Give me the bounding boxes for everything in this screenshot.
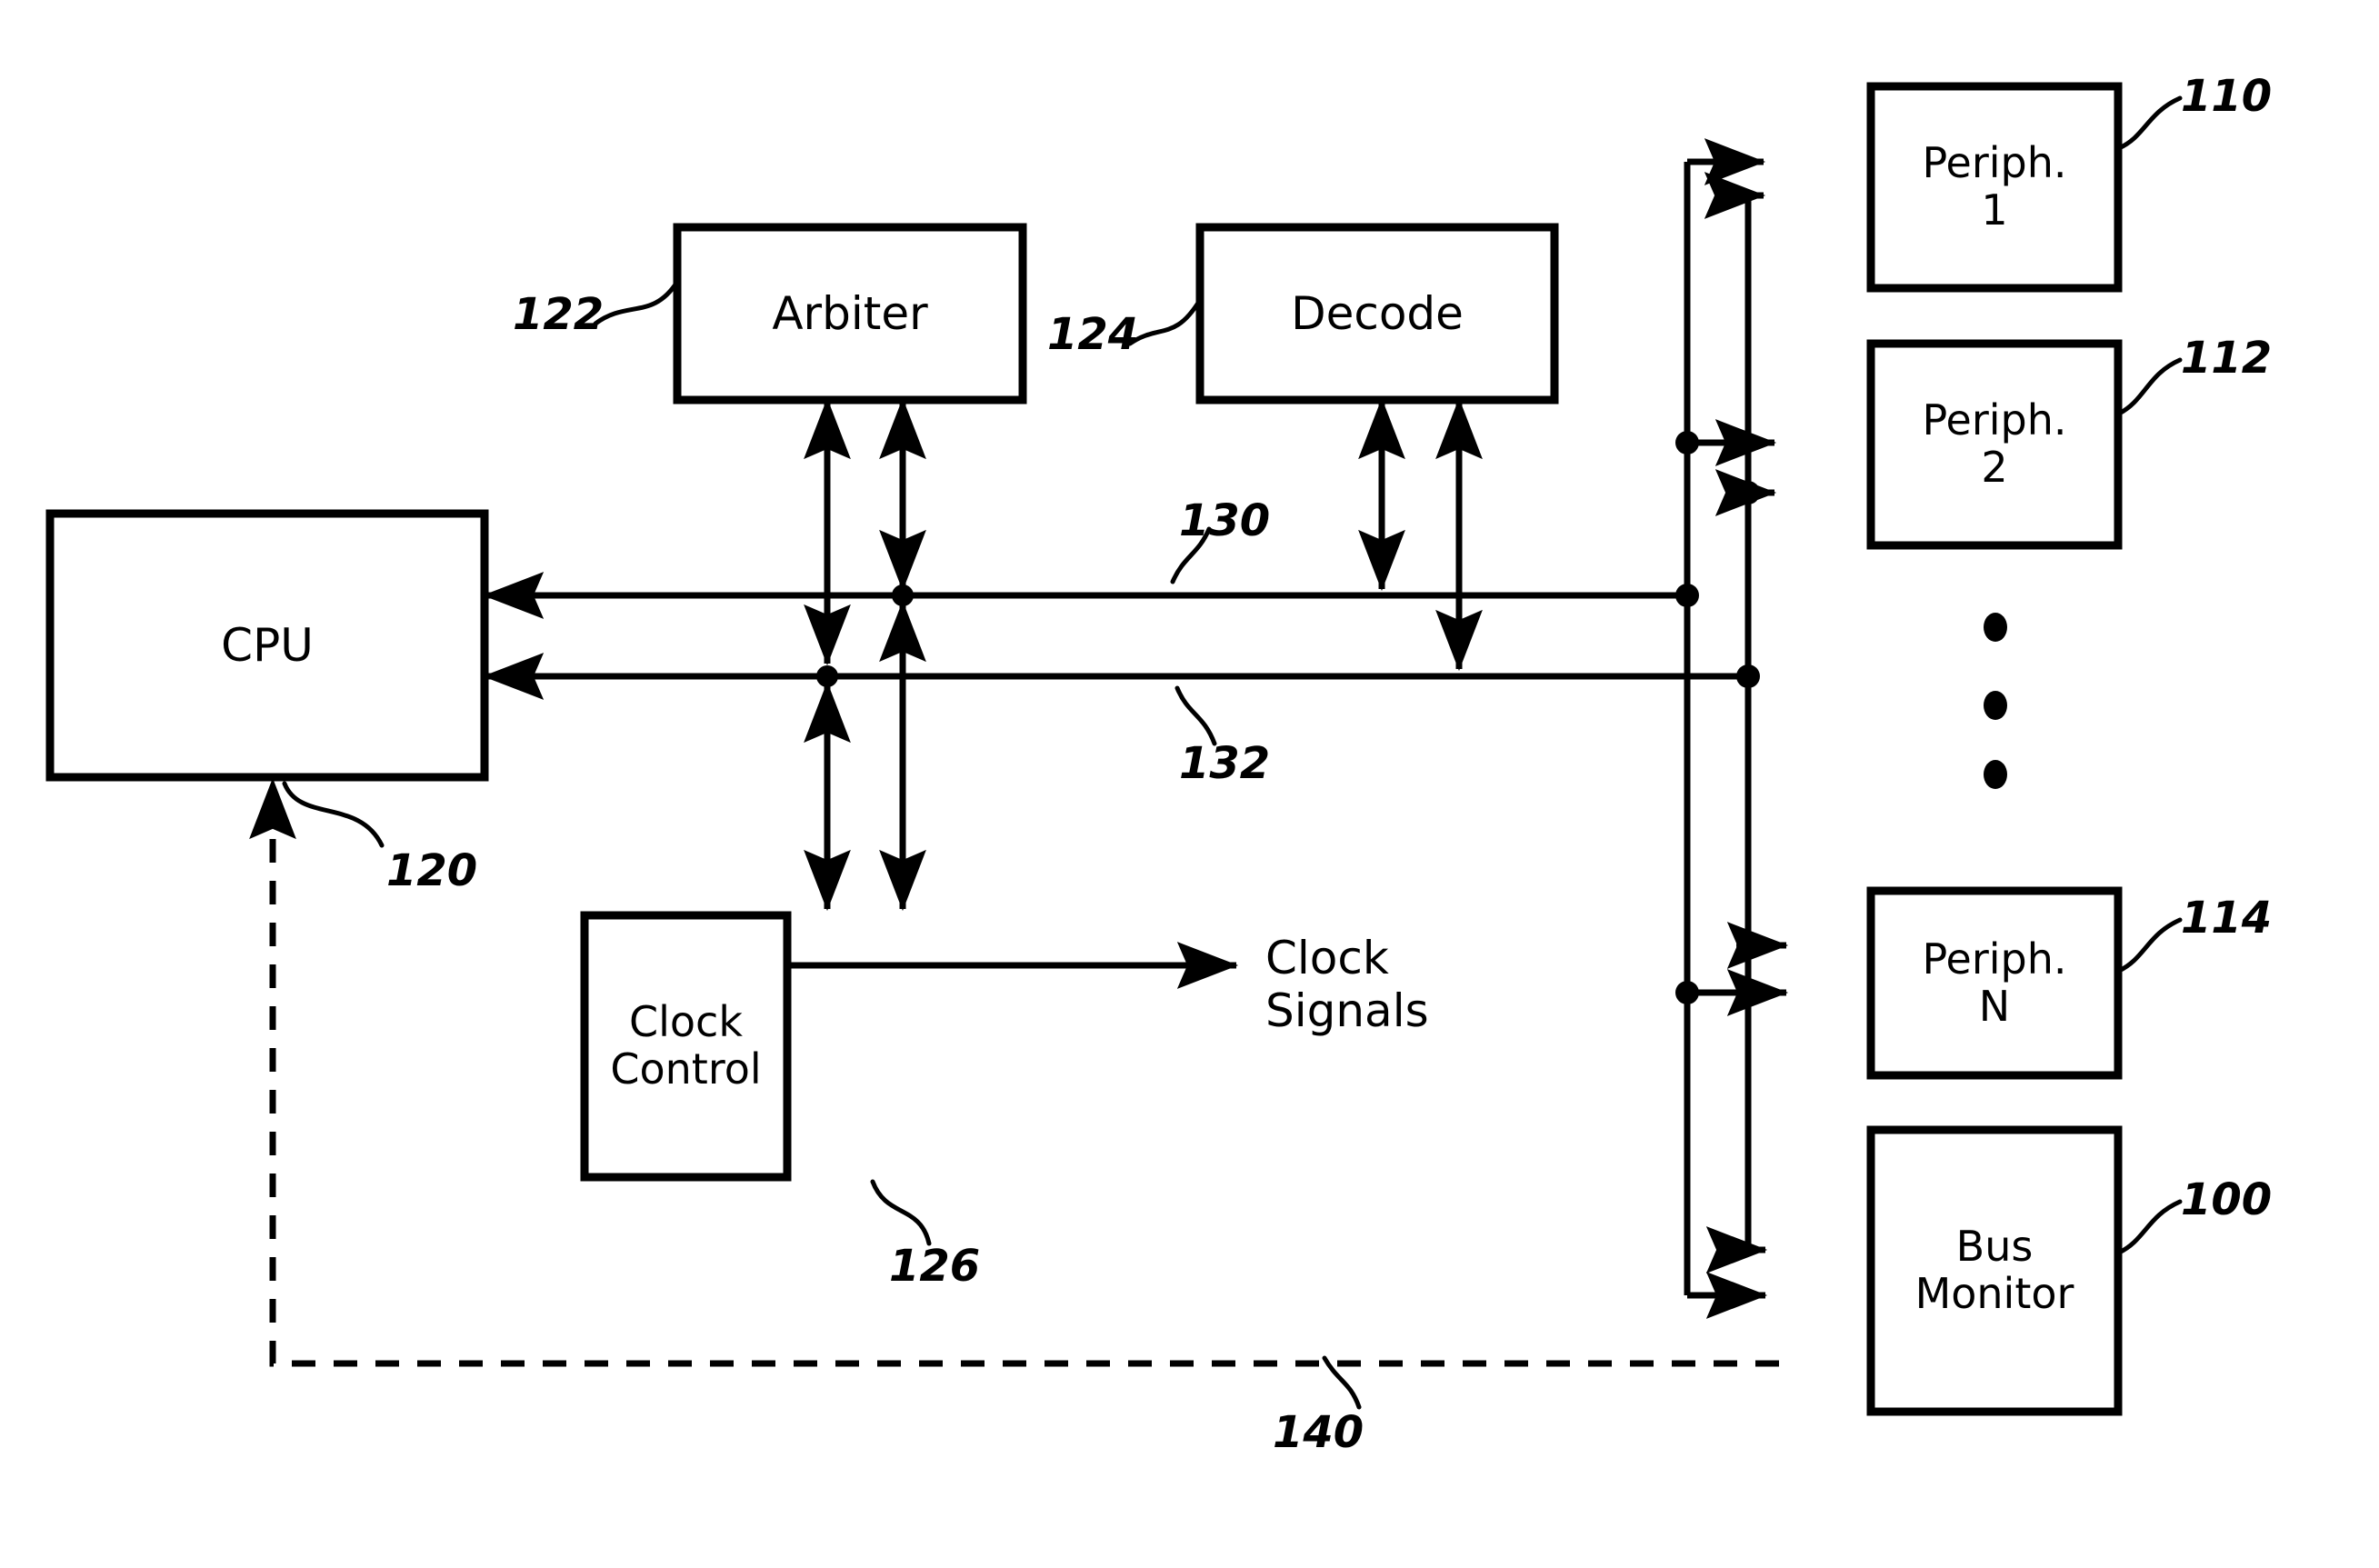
ref-112: 112: [2181, 333, 2273, 384]
ellipsis-dot: [1984, 613, 2007, 642]
clock-signals-label: Clock Signals: [1265, 932, 1429, 1037]
vertical-ellipsis-icon: [1984, 613, 2007, 789]
leader-132: [1175, 685, 1217, 746]
block-outlines: [45, 82, 2123, 1416]
ref-124: 124: [1047, 309, 1139, 360]
leader-122: [593, 279, 680, 326]
decode-box: [1195, 223, 1559, 404]
ref-132: 132: [1179, 738, 1271, 789]
ref-114: 114: [2181, 893, 2273, 944]
leader-114: [2116, 917, 2183, 974]
leader-124: [1127, 297, 1203, 346]
junction-dot: [1736, 481, 1760, 504]
arbiter-box: [673, 223, 1027, 404]
leader-110: [2116, 95, 2183, 151]
clock-control-box: [580, 911, 792, 1182]
ref-122: 122: [513, 289, 605, 340]
busmonitor-box: [1866, 1125, 2123, 1416]
ref-100: 100: [2181, 1174, 2273, 1225]
junction-dot: [1675, 981, 1699, 1004]
feedback-line-140: [249, 777, 1779, 1367]
cpu-box: [45, 509, 489, 782]
periph2-box: [1866, 339, 2123, 550]
junction-dot: [892, 584, 914, 606]
junction-dot: [1675, 584, 1699, 607]
periph1-box: [1866, 82, 2123, 293]
leader-100: [2116, 1199, 2183, 1255]
ref-110: 110: [2181, 71, 2273, 122]
leader-112: [2116, 357, 2183, 416]
ref-126: 126: [889, 1241, 981, 1292]
junction-dots: [816, 431, 1760, 1004]
ref-140: 140: [1273, 1407, 1364, 1458]
leader-126: [870, 1179, 932, 1246]
ref-130: 130: [1179, 495, 1271, 546]
junction-dot: [816, 665, 838, 687]
junction-dot: [1736, 934, 1760, 957]
junction-dot: [1675, 431, 1699, 454]
periphn-box: [1866, 886, 2123, 1080]
ref-120: 120: [386, 845, 478, 896]
ellipsis-dot: [1984, 760, 2007, 789]
ellipsis-dot: [1984, 691, 2007, 720]
figure-canvas: CPU Arbiter Decode Clock Control Periph.…: [0, 0, 2379, 1568]
leader-120: [282, 781, 385, 848]
junction-dot: [1736, 664, 1760, 688]
